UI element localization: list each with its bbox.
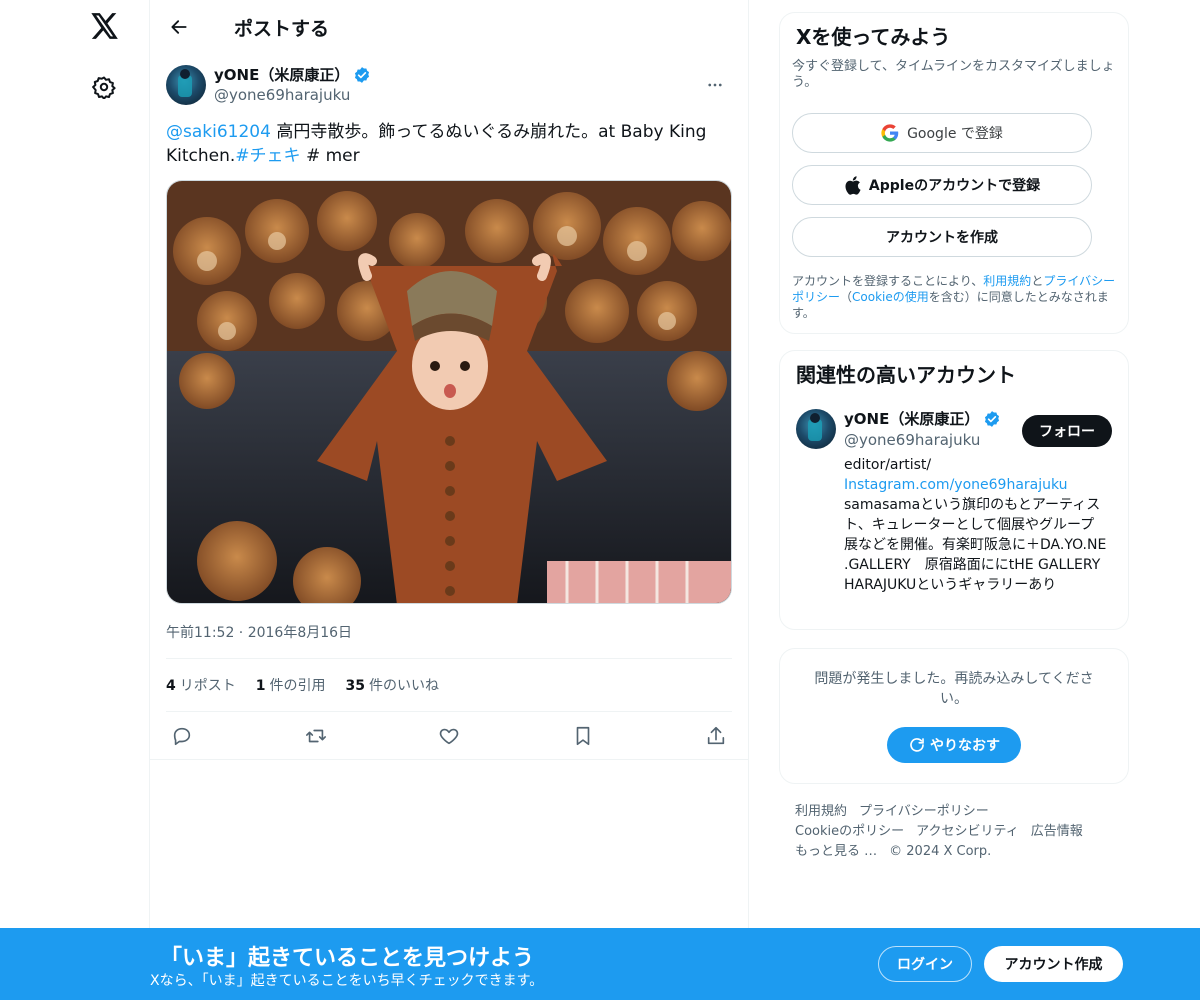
signup-title: Xを使ってみよう xyxy=(796,25,951,49)
footer-row-2: Cookieのポリシー アクセシビリティ 広告情報 xyxy=(795,822,1113,842)
more-options-icon[interactable] xyxy=(698,68,732,102)
like-count-label: 件のいいね xyxy=(368,678,439,694)
retry-label: やりなおす xyxy=(930,738,1000,754)
page-title: ポストする xyxy=(234,17,330,40)
cookie-link[interactable]: Cookieの使用 xyxy=(852,290,929,304)
footer-more[interactable]: もっと見る … xyxy=(795,844,877,859)
post-author: yONE（米原康正） @yone69harajuku xyxy=(166,64,732,106)
left-nav xyxy=(0,0,150,1000)
post: yONE（米原康正） @yone69harajuku @saki61204 高円… xyxy=(150,64,748,760)
apple-signup-button[interactable]: Appleのアカウントで登録 xyxy=(792,165,1092,205)
repost-count-label: リポスト xyxy=(179,678,236,694)
author-name-row: yONE（米原康正） xyxy=(214,65,371,85)
x-logo-icon[interactable] xyxy=(89,10,121,42)
repost-count[interactable]: 4 リポスト xyxy=(166,675,236,695)
verified-badge-icon xyxy=(983,410,1001,428)
reply-icon[interactable] xyxy=(170,724,194,748)
post-stats: 4 リポスト 1 件の引用 35 件のいいね xyxy=(166,658,732,712)
error-message: 問題が発生しました。再読み込みしてください。 xyxy=(814,671,1094,707)
related-avatar[interactable] xyxy=(796,409,836,449)
footer-privacy[interactable]: プライバシーポリシー xyxy=(859,804,989,819)
quote-count-label: 件の引用 xyxy=(269,678,326,694)
apple-icon xyxy=(845,175,861,195)
legal-and: と xyxy=(1031,274,1044,288)
signup-banner: 「いま」起きていることを見つけよう Xなら、「いま」起きていることをいち早くチェ… xyxy=(0,928,1200,1000)
footer-ads-info[interactable]: 広告情報 xyxy=(1031,824,1083,839)
footer-terms[interactable]: 利用規約 xyxy=(795,804,847,819)
like-heart-icon[interactable] xyxy=(437,724,461,748)
footer-cookie[interactable]: Cookieのポリシー xyxy=(795,824,904,839)
footer-links: 利用規約 プライバシーポリシー Cookieのポリシー アクセシビリティ 広告情報 も… xyxy=(779,802,1129,862)
footer-row-1: 利用規約 プライバシーポリシー xyxy=(795,802,1113,822)
footer-accessibility[interactable]: アクセシビリティ xyxy=(916,824,1019,839)
author-handle[interactable]: @yone69harajuku xyxy=(214,85,371,105)
signup-card: Xを使ってみよう 今すぐ登録して、タイムラインをカスタマイズしましょう。 Goo… xyxy=(779,12,1129,334)
like-count-value: 35 xyxy=(345,678,365,694)
signup-legal-text: アカウントを登録することにより、利用規約とプライバシーポリシー（Cookieの使… xyxy=(792,273,1116,321)
related-accounts-card: 関連性の高いアカウント yONE（米原康正） @yone69harajuku e… xyxy=(779,350,1129,630)
post-text: @saki61204 高円寺散歩。飾ってるぬいぐるみ崩れた。at Baby Ki… xyxy=(166,120,732,168)
related-bio-line-1: editor/artist/ xyxy=(844,457,932,473)
top-bar: ポストする xyxy=(150,0,748,54)
banner-create-account-button[interactable]: アカウント作成 xyxy=(984,946,1123,982)
post-photo[interactable] xyxy=(166,180,732,604)
repost-count-value: 4 xyxy=(166,678,176,694)
legal-paren-open: （ xyxy=(840,290,853,304)
error-card: 問題が発生しました。再読み込みしてください。 やりなおす xyxy=(779,648,1129,784)
author-name[interactable]: yONE（米原康正） xyxy=(214,65,349,85)
gear-icon[interactable] xyxy=(91,74,117,100)
share-icon[interactable] xyxy=(704,724,728,748)
create-account-button[interactable]: アカウントを作成 xyxy=(792,217,1092,257)
quote-count[interactable]: 1 件の引用 xyxy=(256,675,326,695)
apple-signup-label: Appleのアカウントで登録 xyxy=(868,178,1041,194)
related-title: 関連性の高いアカウント xyxy=(796,363,1016,387)
terms-link[interactable]: 利用規約 xyxy=(983,274,1031,288)
bookmark-icon[interactable] xyxy=(571,724,595,748)
google-signup-label: Google で登録 xyxy=(907,126,1003,142)
main-column: ポストする yONE（米原康正） @yone69harajuku @saki61… xyxy=(149,0,749,930)
footer-copyright: © 2024 X Corp. xyxy=(889,844,992,859)
login-button[interactable]: ログイン xyxy=(878,946,972,982)
related-bio-link[interactable]: Instagram.com/yone69harajuku xyxy=(844,475,1108,495)
post-actions xyxy=(150,712,748,760)
avatar[interactable] xyxy=(166,65,206,105)
follow-button[interactable]: フォロー xyxy=(1022,415,1112,447)
signup-subtitle: 今すぐ登録して、タイムラインをカスタマイズしましょう。 xyxy=(792,59,1115,90)
author-text: yONE（米原康正） @yone69harajuku xyxy=(214,65,371,105)
retry-button[interactable]: やりなおす xyxy=(887,727,1021,763)
right-sidebar: Xを使ってみよう 今すぐ登録して、タイムラインをカスタマイズしましょう。 Goo… xyxy=(779,12,1129,862)
mention-link[interactable]: @saki61204 xyxy=(166,122,271,142)
verified-badge-icon xyxy=(353,66,371,84)
post-tail: # mer xyxy=(300,146,360,166)
legal-prefix: アカウントを登録することにより、 xyxy=(792,274,984,288)
repost-icon[interactable] xyxy=(304,724,328,748)
footer-row-3: もっと見る … © 2024 X Corp. xyxy=(795,842,1113,862)
post-timestamp[interactable]: 午前11:52 · 2016年8月16日 xyxy=(166,622,732,642)
google-signup-button[interactable]: Google で登録 xyxy=(792,113,1092,153)
google-icon xyxy=(881,124,899,142)
related-bio: editor/artist/Instagram.com/yone69haraju… xyxy=(844,455,1108,595)
like-count[interactable]: 35 件のいいね xyxy=(346,675,439,695)
create-account-label: アカウントを作成 xyxy=(886,230,998,246)
hashtag-link[interactable]: #チェキ xyxy=(235,146,300,166)
quote-count-value: 1 xyxy=(255,678,266,694)
banner-subtitle: Xなら、「いま」起きていることをいち早くチェックできます。 xyxy=(150,973,544,989)
related-name[interactable]: yONE（米原康正） xyxy=(844,409,979,429)
related-account-row[interactable]: yONE（米原康正） @yone69harajuku editor/artist… xyxy=(796,409,1112,595)
banner-title: 「いま」起きていることを見つけよう xyxy=(160,946,535,971)
related-bio-line-2: samasamaという旗印のもとアーティスト、キュレーターとして個展やグループ展… xyxy=(844,497,1107,593)
refresh-icon xyxy=(910,738,924,752)
back-arrow-icon[interactable] xyxy=(162,10,196,44)
